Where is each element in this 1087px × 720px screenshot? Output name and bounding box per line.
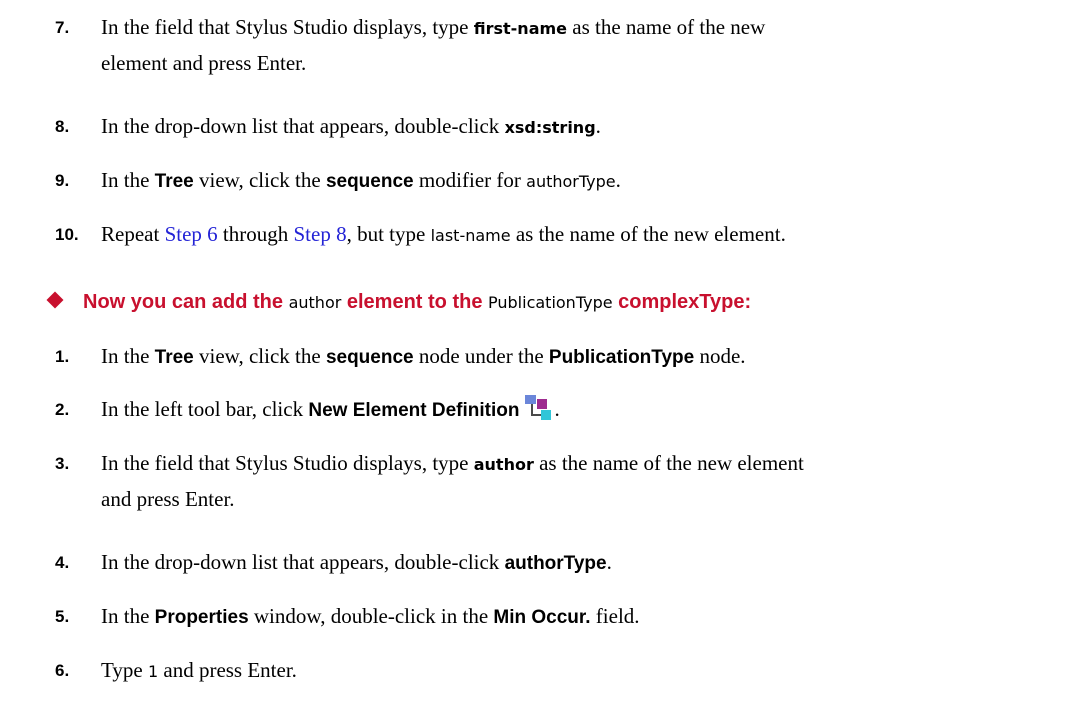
step-4: 4. In the drop-down list that appears, d…	[55, 545, 1075, 581]
step-text: In the field that Stylus Studio displays…	[101, 451, 474, 475]
step-text: modifier for	[413, 168, 527, 192]
heading-code-author: author	[288, 293, 342, 312]
step-text: Repeat	[101, 222, 165, 246]
step-text: .	[606, 550, 612, 574]
code-last-name: last-name	[430, 226, 511, 245]
step-text: In the left tool bar, click	[101, 397, 309, 421]
step-text: as the name of the new element.	[510, 222, 786, 246]
step-text: element and press Enter.	[101, 51, 307, 75]
heading-code-publicationtype: PublicationType	[488, 293, 613, 312]
step-number: 7.	[55, 18, 70, 37]
step-3: 3. In the field that Stylus Studio displ…	[55, 446, 1075, 517]
bold-tree: Tree	[154, 171, 194, 192]
heading-text: Now you can add the	[83, 291, 289, 313]
step-text: .	[595, 114, 601, 138]
step-6: 6. Type 1 and press Enter.	[55, 653, 1075, 689]
code-1: 1	[147, 662, 159, 681]
step-text: as the name of the new	[567, 15, 766, 39]
section-heading: Now you can add the author element to th…	[46, 285, 1076, 320]
step-2: 2. In the left tool bar, click New Eleme…	[55, 392, 1075, 428]
step-number: 6.	[55, 661, 70, 680]
step-text: In the field that Stylus Studio displays…	[101, 15, 474, 39]
step-9: 9. In the Tree view, click the sequence …	[55, 163, 1075, 199]
step-number: 4.	[55, 553, 70, 572]
step-text: and press Enter.	[158, 658, 297, 682]
step-text: node under the	[413, 344, 549, 368]
step-8: 8. In the drop-down list that appears, d…	[55, 109, 1075, 145]
step-text: view, click the	[193, 344, 326, 368]
bold-properties: Properties	[154, 607, 249, 628]
step-number: 3.	[55, 454, 70, 473]
code-author: author	[473, 455, 534, 474]
bold-tree: Tree	[154, 347, 194, 368]
new-element-definition-icon	[523, 393, 554, 422]
step-text: , but type	[346, 222, 431, 246]
step-text: In the	[101, 344, 155, 368]
step-text: In the drop-down list that appears, doub…	[101, 114, 505, 138]
step-text: .	[615, 168, 621, 192]
step-7: 7. In the field that Stylus Studio displ…	[55, 10, 1075, 81]
step-text: window, double-click in the	[248, 604, 494, 628]
step-number: 8.	[55, 117, 70, 136]
step-text: node.	[694, 344, 746, 368]
step-number: 2.	[55, 400, 70, 419]
step-text: as the name of the new element	[533, 451, 804, 475]
step-text: In the	[101, 604, 155, 628]
heading-text: complexType:	[612, 291, 752, 313]
step-text: view, click the	[193, 168, 326, 192]
step-text: In the	[101, 168, 155, 192]
code-first-name: first-name	[473, 19, 568, 38]
step-number: 9.	[55, 171, 70, 190]
step-text: In the drop-down list that appears, doub…	[101, 550, 505, 574]
bold-authortype: authorType	[504, 553, 607, 574]
step-text: .	[554, 397, 560, 421]
step-text: field.	[590, 604, 640, 628]
step-number: 1.	[55, 347, 70, 366]
step-1: 1. In the Tree view, click the sequence …	[55, 339, 1075, 375]
code-authortype: authorType	[526, 172, 616, 191]
step-text: through	[217, 222, 294, 246]
step-text: and press Enter.	[101, 487, 235, 511]
step-number: 10.	[55, 225, 79, 244]
step-text: Type	[101, 658, 148, 682]
diamond-bullet-icon	[46, 291, 64, 309]
bold-publicationtype: PublicationType	[548, 347, 695, 368]
bold-sequence: sequence	[325, 171, 414, 192]
step-5: 5. In the Properties window, double-clic…	[55, 599, 1075, 635]
bold-sequence: sequence	[325, 347, 414, 368]
heading-text: element to the	[341, 291, 489, 313]
link-step-8[interactable]: Step 8	[293, 222, 346, 246]
bold-min-occur: Min Occur.	[493, 607, 591, 628]
step-10: 10. Repeat Step 6 through Step 8, but ty…	[55, 217, 1075, 253]
step-number: 5.	[55, 607, 70, 626]
link-step-6[interactable]: Step 6	[165, 222, 218, 246]
bold-xsd-string: xsd:string	[504, 118, 596, 137]
bold-new-element-definition: New Element Definition	[308, 400, 520, 421]
